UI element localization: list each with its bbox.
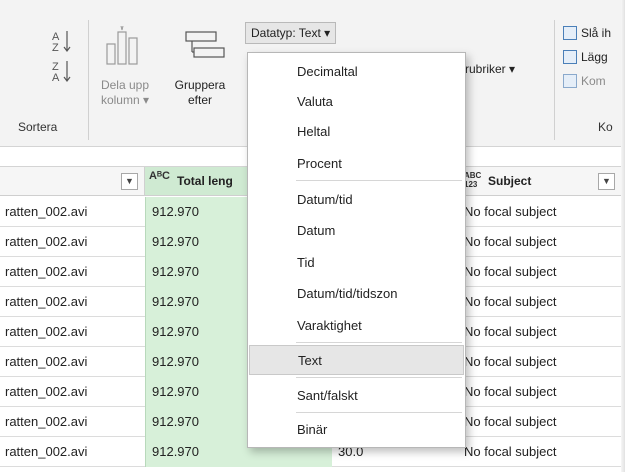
menu-item-decimal[interactable]: Decimaltal <box>249 57 464 87</box>
menu-item-text[interactable]: Text <box>249 345 464 375</box>
any-type-icon[interactable]: ABC 123 <box>464 171 482 189</box>
chevron-down-icon: ▾ <box>509 62 516 76</box>
menu-item-date[interactable]: Datum <box>249 216 464 246</box>
menu-separator <box>296 412 462 413</box>
menu-separator <box>296 377 462 378</box>
column-header-subject[interactable]: ABC 123 Subject ▼ <box>460 167 625 195</box>
datatype-menu: Decimaltal Valuta Heltal Procent Datum/t… <box>247 52 466 448</box>
chevron-down-icon: ▾ <box>143 93 150 107</box>
filter-dropdown-icon[interactable]: ▼ <box>121 173 138 190</box>
sort-ascending-icon[interactable]: A Z Z A <box>52 28 74 88</box>
menu-item-datetime-timezone[interactable]: Datum/tid/tidszon <box>249 279 464 309</box>
merge-queries-button[interactable]: Slå ih <box>563 26 611 40</box>
merge-queries-icon <box>563 26 577 40</box>
menu-item-time[interactable]: Tid <box>249 248 464 278</box>
ribbon-separator <box>554 20 555 140</box>
combine-group-label: Ko <box>598 120 613 134</box>
menu-separator <box>296 342 462 343</box>
svg-text:A: A <box>52 72 60 84</box>
menu-item-duration[interactable]: Varaktighet <box>249 311 464 341</box>
chevron-down-icon: ▾ <box>324 26 331 40</box>
split-column-icon[interactable] <box>102 26 146 68</box>
menu-item-boolean[interactable]: Sant/falskt <box>249 381 464 411</box>
column-header-filename[interactable]: ▼ <box>0 167 145 195</box>
append-queries-button[interactable]: Lägg <box>563 50 608 64</box>
menu-separator <box>296 180 462 181</box>
text-type-icon[interactable]: AᴮC <box>149 171 170 182</box>
append-queries-icon <box>563 50 577 64</box>
sort-group-label: Sortera <box>18 120 58 134</box>
menu-item-currency[interactable]: Valuta <box>249 87 464 117</box>
headers-button[interactable]: rubriker ▾ <box>465 62 515 76</box>
combine-files-icon <box>563 74 577 88</box>
datatype-dropdown-button[interactable]: Datatyp: Text ▾ <box>245 22 337 44</box>
menu-item-percent[interactable]: Procent <box>249 149 464 179</box>
ribbon-separator <box>88 20 89 140</box>
svg-text:Z: Z <box>52 42 59 54</box>
menu-item-integer[interactable]: Heltal <box>249 117 464 147</box>
menu-item-binary[interactable]: Binär <box>249 415 464 445</box>
filter-dropdown-icon[interactable]: ▼ <box>598 173 615 190</box>
window-edge <box>621 0 625 472</box>
group-by-icon[interactable] <box>182 26 228 66</box>
combine-files-button[interactable]: Kom <box>563 74 606 88</box>
split-column-button[interactable]: Dela upp kolumn ▾ <box>92 78 158 108</box>
group-by-button[interactable]: Gruppera efter <box>160 78 240 108</box>
menu-item-datetime[interactable]: Datum/tid <box>249 185 464 215</box>
